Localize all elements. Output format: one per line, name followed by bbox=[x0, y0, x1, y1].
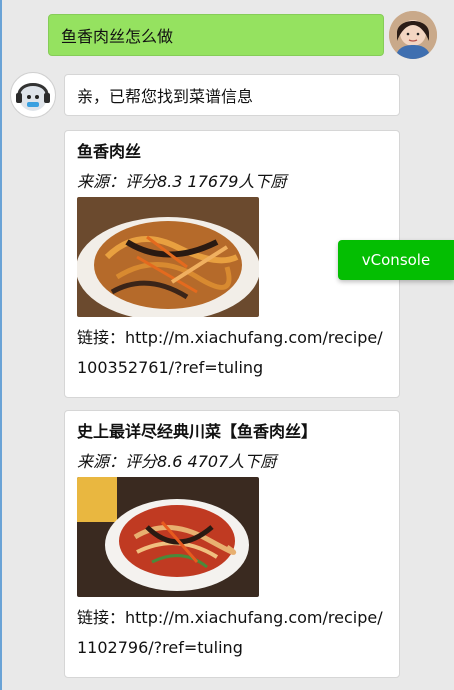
bot-message-bubble: 亲，已帮您找到菜谱信息 bbox=[64, 74, 400, 116]
recipe-title: 史上最详尽经典川菜【鱼香肉丝】 bbox=[77, 422, 318, 441]
recipe-card: 史上最详尽经典川菜【鱼香肉丝】 来源：评分8.6 4707人下厨 链接：http… bbox=[64, 410, 400, 678]
recipe-link-label: 链接： bbox=[77, 328, 126, 347]
recipe-image[interactable] bbox=[77, 197, 259, 317]
bot-avatar[interactable] bbox=[10, 72, 56, 118]
recipe-link[interactable]: 链接：http://m.xiachufang.com/recipe/100352… bbox=[77, 323, 387, 383]
recipe-source: 来源：评分8.3 17679人下厨 bbox=[77, 172, 287, 191]
vconsole-button[interactable]: vConsole bbox=[338, 240, 454, 280]
user-avatar[interactable] bbox=[389, 11, 437, 59]
left-edge-strip bbox=[0, 0, 2, 690]
user-message-bubble: 鱼香肉丝怎么做 bbox=[48, 14, 384, 56]
vconsole-label: vConsole bbox=[361, 251, 431, 269]
recipe-link-label: 链接： bbox=[77, 608, 126, 627]
recipe-title: 鱼香肉丝 bbox=[77, 142, 142, 161]
user-message-text: 鱼香肉丝怎么做 bbox=[61, 27, 174, 46]
recipe-image[interactable] bbox=[77, 477, 259, 597]
recipe-source: 来源：评分8.6 4707人下厨 bbox=[77, 452, 277, 471]
bot-message-text: 亲，已帮您找到菜谱信息 bbox=[77, 87, 254, 106]
recipe-link[interactable]: 链接：http://m.xiachufang.com/recipe/110279… bbox=[77, 603, 387, 663]
